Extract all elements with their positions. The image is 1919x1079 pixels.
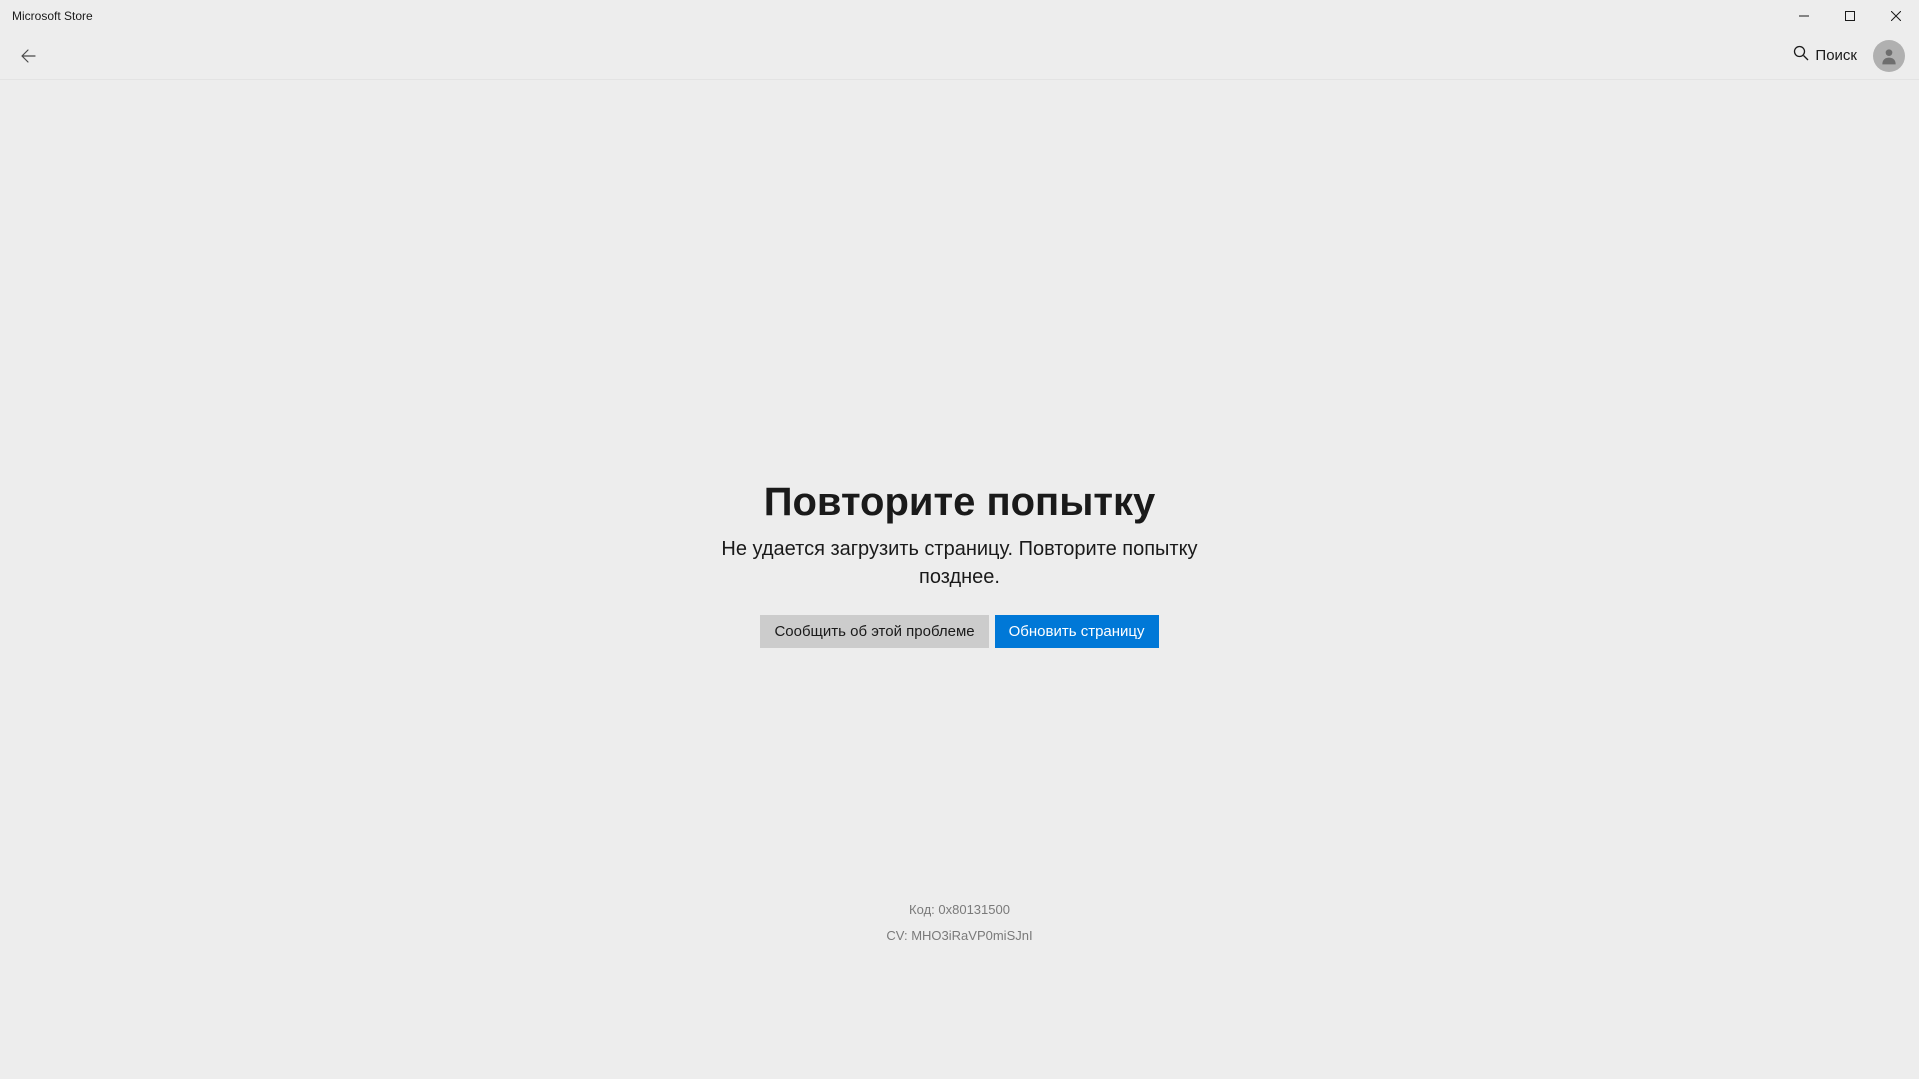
code-value: 0x80131500 (938, 902, 1010, 917)
error-cv-line: CV: MHO3iRaVP0miSJnI (0, 924, 1919, 947)
button-row: Сообщить об этой проблеме Обновить стран… (760, 615, 1158, 648)
error-message: Не удается загрузить страницу. Повторите… (700, 535, 1220, 591)
minimize-icon (1799, 11, 1809, 21)
cv-value: MHO3iRaVP0miSJnI (911, 928, 1032, 943)
maximize-button[interactable] (1827, 0, 1873, 32)
close-button[interactable] (1873, 0, 1919, 32)
toolbar-right: Поиск (1785, 40, 1911, 72)
minimize-button[interactable] (1781, 0, 1827, 32)
person-icon (1879, 46, 1899, 66)
back-button[interactable] (8, 36, 48, 76)
close-icon (1891, 11, 1901, 21)
titlebar: Microsoft Store (0, 0, 1919, 32)
refresh-page-button[interactable]: Обновить страницу (995, 615, 1159, 648)
search-icon (1793, 45, 1809, 66)
avatar[interactable] (1873, 40, 1905, 72)
back-arrow-icon (20, 48, 36, 64)
footer-info: Код: 0x80131500 CV: MHO3iRaVP0miSJnI (0, 898, 1919, 949)
error-code-line: Код: 0x80131500 (0, 898, 1919, 921)
toolbar: Поиск (0, 32, 1919, 80)
code-prefix: Код: (909, 902, 938, 917)
report-problem-button[interactable]: Сообщить об этой проблеме (760, 615, 988, 648)
search-label: Поиск (1815, 47, 1857, 64)
maximize-icon (1845, 11, 1855, 21)
cv-prefix: CV: (886, 928, 911, 943)
window-title: Microsoft Store (12, 9, 93, 23)
search-button[interactable]: Поиск (1785, 41, 1865, 70)
window-controls (1781, 0, 1919, 32)
error-title: Повторите попытку (764, 480, 1155, 525)
